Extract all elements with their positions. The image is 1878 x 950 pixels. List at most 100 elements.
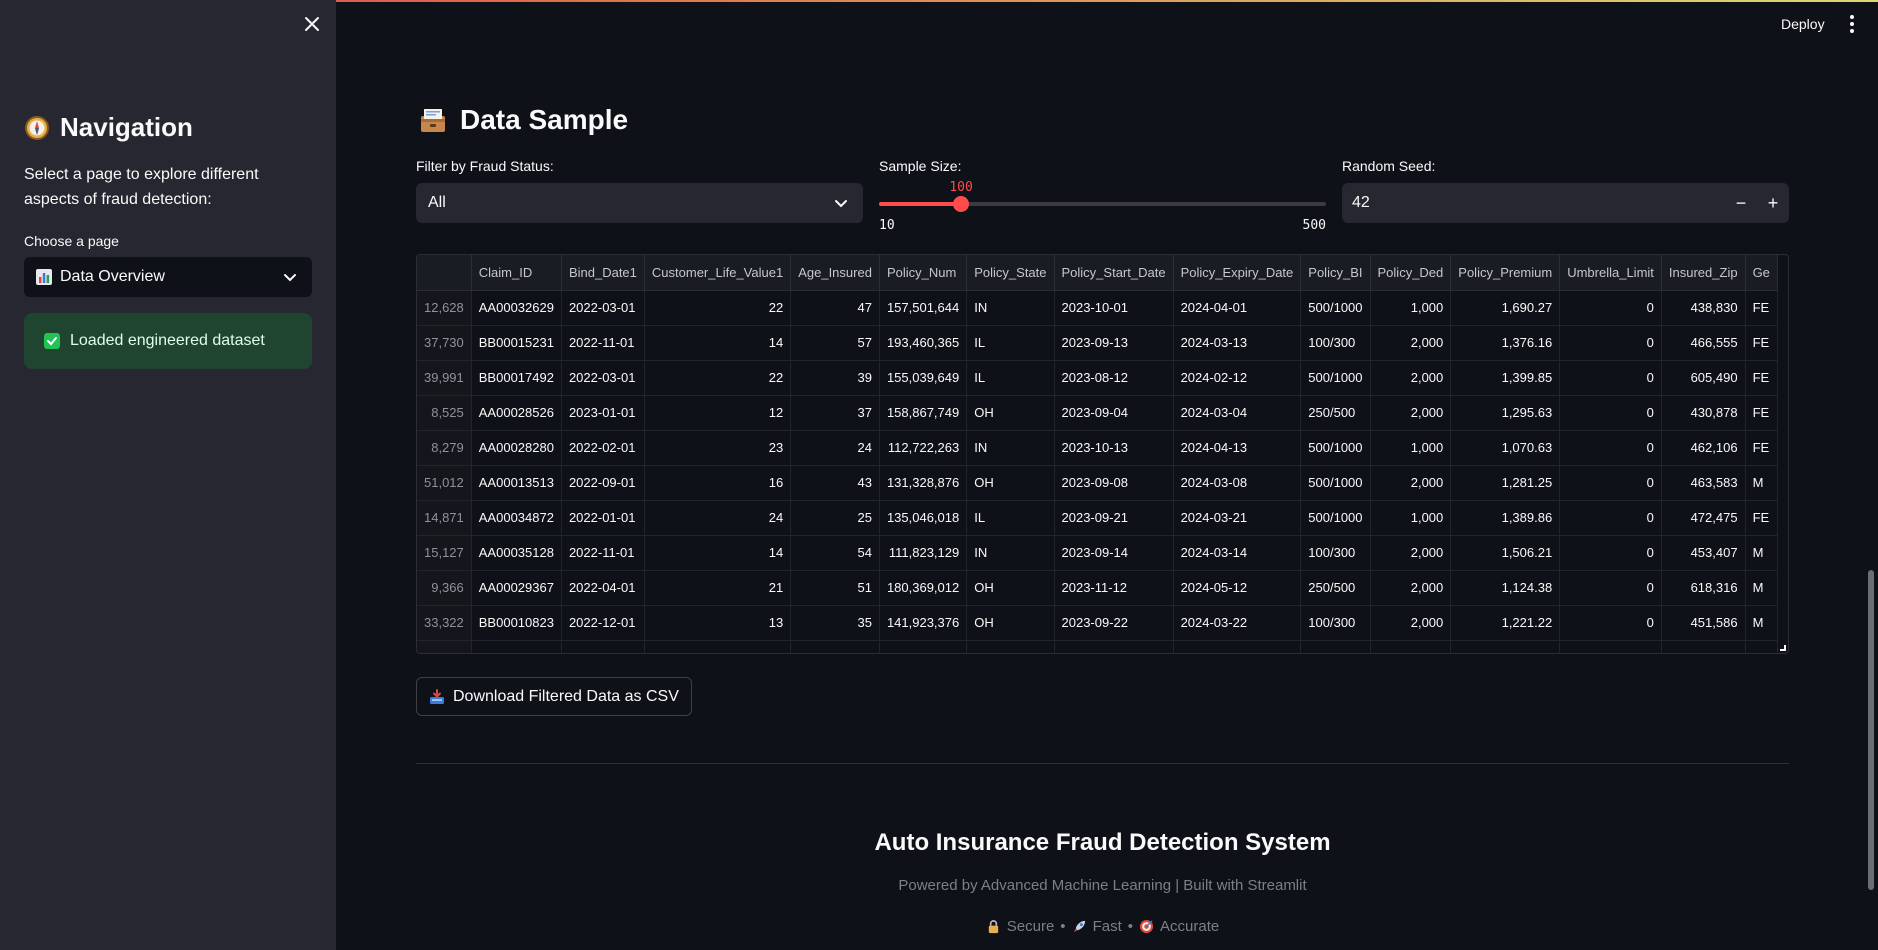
table-cell[interactable]: FE [1745, 360, 1778, 396]
table-cell[interactable]: 2024-02-12 [1173, 360, 1302, 396]
column-header[interactable]: Policy_State [966, 255, 1055, 291]
table-cell[interactable]: 14 [644, 325, 792, 361]
table-cell[interactable]: 2024-03-22 [1173, 605, 1302, 641]
table-cell[interactable]: 250/500 [1300, 395, 1371, 431]
row-index-cell[interactable]: 12,628 [417, 290, 472, 326]
table-cell[interactable]: 2023-10-01 [1054, 290, 1174, 326]
table-cell[interactable]: 2022-09-01 [561, 465, 645, 501]
table-cell[interactable]: AA00035128 [471, 535, 562, 571]
table-cell[interactable]: 2024-03-04 [1173, 395, 1302, 431]
table-cell[interactable]: 1,281.25 [1450, 465, 1561, 501]
table-cell[interactable] [644, 640, 792, 653]
table-cell[interactable] [1450, 640, 1561, 653]
data-table[interactable]: Claim_ID Bind_Date1 Customer_Life_Value1 Ag… [416, 254, 1789, 654]
table-cell[interactable] [966, 640, 1055, 653]
table-cell[interactable]: 22 [644, 360, 792, 396]
download-csv-button[interactable]: Download Filtered Data as CSV [416, 677, 692, 716]
page-scrollbar[interactable] [1868, 570, 1874, 890]
table-cell[interactable]: FE [1745, 500, 1778, 536]
table-cell[interactable]: 21 [644, 570, 792, 606]
row-index-cell[interactable]: 9,366 [417, 570, 472, 606]
row-index-cell[interactable]: 39,991 [417, 360, 472, 396]
table-cell[interactable]: 2023-01-01 [561, 395, 645, 431]
table-cell[interactable]: IN [966, 430, 1055, 466]
table-cell[interactable]: FE [1745, 430, 1778, 466]
table-cell[interactable]: 0 [1559, 465, 1662, 501]
index-column-header[interactable] [417, 255, 472, 291]
table-cell[interactable]: 2024-04-13 [1173, 430, 1302, 466]
table-cell[interactable]: 1,376.16 [1450, 325, 1561, 361]
table-cell[interactable]: 0 [1559, 430, 1662, 466]
table-row[interactable]: 33,322 BB00010823 2022-12-01 13 35 141,923,37… [417, 605, 1778, 641]
table-cell[interactable]: 131,328,876 [879, 465, 968, 501]
column-header[interactable]: Insured_Zip [1661, 255, 1746, 291]
table-cell[interactable]: 12 [644, 395, 792, 431]
table-row[interactable]: 15,127 AA00035128 2022-11-01 14 54 111,823,12… [417, 535, 1778, 571]
table-cell[interactable]: 54 [790, 535, 880, 571]
close-sidebar-button[interactable] [300, 12, 324, 36]
table-cell[interactable]: 193,460,365 [879, 325, 968, 361]
table-cell[interactable]: M [1745, 570, 1778, 606]
table-cell[interactable]: 35 [790, 605, 880, 641]
table-cell[interactable]: 39 [790, 360, 880, 396]
table-cell[interactable]: 1,389.86 [1450, 500, 1561, 536]
column-header[interactable]: Policy_Premium [1450, 255, 1561, 291]
table-cell[interactable]: 100/300 [1300, 605, 1371, 641]
table-cell[interactable]: 0 [1559, 605, 1662, 641]
decrement-button[interactable]: − [1725, 183, 1757, 223]
table-cell[interactable]: 47 [790, 290, 880, 326]
main-menu-icon[interactable] [1846, 12, 1858, 36]
table-cell[interactable]: 2023-11-12 [1054, 570, 1174, 606]
table-cell[interactable]: 2024-04-01 [1173, 290, 1302, 326]
table-row[interactable]: 37,730 BB00015231 2022-11-01 14 57 193,460,36… [417, 325, 1778, 361]
table-row[interactable]: 8,279 AA00028280 2022-02-01 23 24 112,722,263… [417, 430, 1778, 466]
table-cell[interactable] [1559, 640, 1662, 653]
row-index-cell[interactable]: 33,322 [417, 605, 472, 641]
table-cell[interactable]: 0 [1559, 325, 1662, 361]
table-cell[interactable]: 1,000 [1370, 500, 1452, 536]
table-cell[interactable]: IL [966, 360, 1055, 396]
column-header[interactable]: Age_Insured [790, 255, 880, 291]
table-cell[interactable]: OH [966, 570, 1055, 606]
table-cell[interactable]: 157,501,644 [879, 290, 968, 326]
table-cell[interactable]: 2,000 [1370, 395, 1452, 431]
table-cell[interactable]: 2023-09-13 [1054, 325, 1174, 361]
table-cell[interactable]: 500/1000 [1300, 465, 1371, 501]
table-cell[interactable]: 24 [790, 430, 880, 466]
fraud-status-select[interactable]: All [416, 183, 863, 223]
table-cell[interactable]: 500/1000 [1300, 430, 1371, 466]
table-row[interactable]: 8,525 AA00028526 2023-01-01 12 37 158,867,749… [417, 395, 1778, 431]
table-cell[interactable]: 463,583 [1661, 465, 1746, 501]
table-cell[interactable]: 2022-11-01 [561, 325, 645, 361]
table-cell[interactable]: 57 [790, 325, 880, 361]
row-index-cell[interactable]: 14,871 [417, 500, 472, 536]
table-cell[interactable]: FE [1745, 395, 1778, 431]
table-cell[interactable]: 2024-03-13 [1173, 325, 1302, 361]
table-row[interactable]: 51,012 AA00013513 2022-09-01 16 43 131,328,87… [417, 465, 1778, 501]
table-cell[interactable]: FE [1745, 325, 1778, 361]
table-cell[interactable]: 141,923,376 [879, 605, 968, 641]
row-index-cell[interactable]: 51,012 [417, 465, 472, 501]
table-row[interactable]: 12,628 AA00032629 2022-03-01 22 47 157,501,64… [417, 290, 1778, 326]
column-header[interactable]: Bind_Date1 [561, 255, 645, 291]
table-cell[interactable]: 2022-03-01 [561, 290, 645, 326]
page-select[interactable]: Data Overview [24, 257, 312, 297]
table-cell[interactable]: AA00029367 [471, 570, 562, 606]
table-cell[interactable]: BB00017492 [471, 360, 562, 396]
table-cell[interactable]: 438,830 [1661, 290, 1746, 326]
table-cell[interactable]: 22 [644, 290, 792, 326]
table-cell[interactable]: AA00028526 [471, 395, 562, 431]
table-cell[interactable]: AA00013513 [471, 465, 562, 501]
table-cell[interactable] [471, 640, 562, 653]
table-cell[interactable]: IL [966, 325, 1055, 361]
table-cell[interactable]: 2022-04-01 [561, 570, 645, 606]
table-cell[interactable]: 1,000 [1370, 290, 1452, 326]
table-cell[interactable] [561, 640, 645, 653]
table-cell[interactable]: 180,369,012 [879, 570, 968, 606]
table-row[interactable]: 39,991 BB00017492 2022-03-01 22 39 155,039,64… [417, 360, 1778, 396]
table-cell[interactable]: M [1745, 605, 1778, 641]
table-cell[interactable]: 500/1000 [1300, 500, 1371, 536]
table-cell[interactable]: FE [1745, 290, 1778, 326]
table-cell[interactable]: 43 [790, 465, 880, 501]
table-cell[interactable]: OH [966, 465, 1055, 501]
